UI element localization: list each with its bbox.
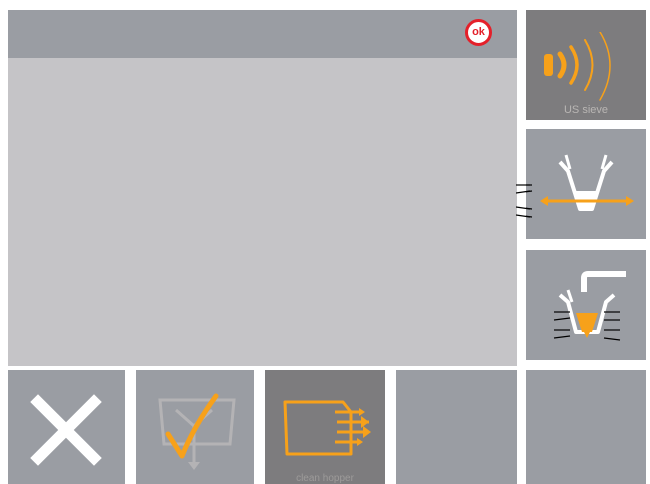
cancel-button[interactable] [8,370,125,484]
content-area [8,58,517,366]
empty-bottom-button[interactable] [396,370,517,484]
spread-button[interactable] [516,129,646,239]
us-sieve-label: US sieve [563,104,609,116]
hopper-check-icon [158,393,236,470]
vibration-lines-icon [516,184,530,218]
empty-side-button[interactable] [526,370,646,484]
ok-icon[interactable]: ok [465,19,492,46]
clean-hopper-label: clean hopper [296,473,354,484]
vibrate-button[interactable] [526,250,646,360]
ultrasound-waves-icon [544,32,611,101]
hopper-clean-icon [283,400,371,456]
hopper-spread-icon [526,154,634,218]
header-bar [8,10,517,58]
x-cancel-icon [30,394,102,466]
clean-hopper-button[interactable]: clean hopper [265,370,385,484]
us-sieve-button[interactable]: US sieve [526,10,646,120]
confirm-hopper-button[interactable] [136,370,254,484]
hopper-vibrate-icon [553,271,626,341]
